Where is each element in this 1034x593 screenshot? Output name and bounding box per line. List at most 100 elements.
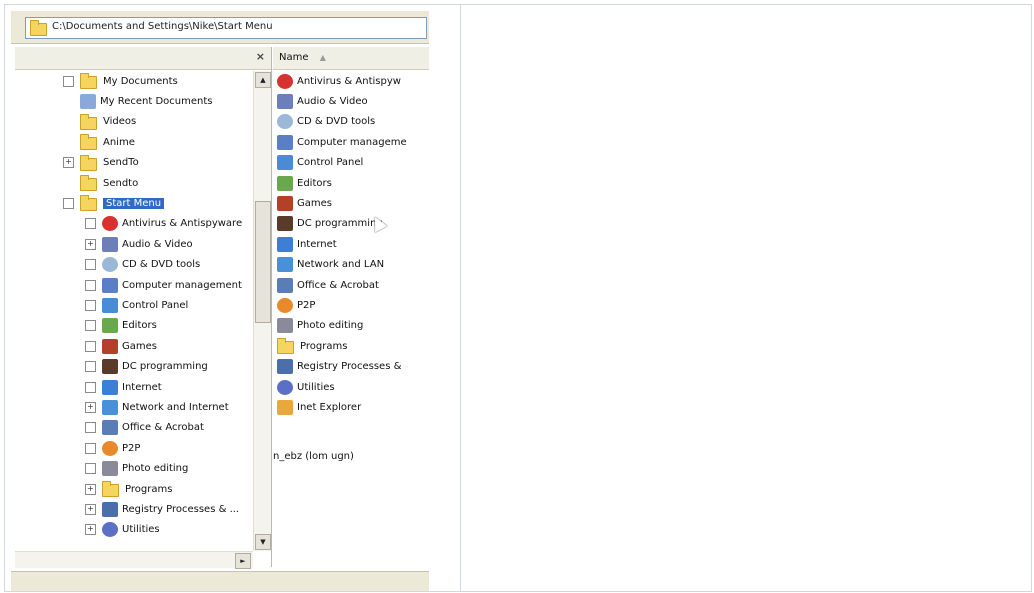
list-item-label: Inet Explorer [297, 401, 362, 413]
folder-pane-header: × [15, 47, 271, 70]
list-item[interactable]: P2P [277, 295, 315, 315]
list-item[interactable]: Antivirus & Antispyw [277, 71, 401, 91]
tree-item[interactable]: Control Panel [85, 295, 188, 315]
scroll-thumb[interactable] [255, 201, 271, 323]
games-icon [277, 195, 293, 211]
expand-toggle[interactable] [85, 381, 96, 393]
tree-item-label: Audio & Video [122, 238, 193, 250]
tree-item[interactable]: + Audio & Video [85, 234, 193, 254]
expand-toggle[interactable] [63, 75, 74, 87]
folder-icon [80, 113, 97, 130]
list-item-label: Photo editing [297, 320, 364, 332]
p2p-icon [277, 297, 293, 313]
close-pane-button[interactable]: × [256, 50, 265, 63]
expand-toggle[interactable] [85, 299, 96, 311]
computer-management-icon [102, 277, 118, 293]
tree-item-label: DC programming [122, 361, 208, 373]
tree-item-label: Games [122, 340, 157, 352]
tree-item[interactable]: Computer management [85, 275, 242, 295]
tree-vertical-scrollbar[interactable]: ▲ ▼ [253, 71, 271, 551]
address-path: C:\Documents and Settings\Nike\Start Men… [52, 21, 273, 32]
tree-item-label: Control Panel [122, 299, 189, 311]
tree-item[interactable]: + Programs [85, 479, 172, 499]
list-item[interactable]: Office & Acrobat [277, 275, 379, 295]
computer-management-icon [277, 134, 293, 150]
list-item-label: Utilities [297, 381, 335, 393]
internet-icon [102, 379, 118, 395]
tree-item-label: Antivirus & Antispyware [122, 218, 243, 230]
expand-toggle[interactable]: + [85, 524, 96, 536]
tree-item[interactable]: Editors [85, 316, 157, 336]
tree-horizontal-scrollbar[interactable]: ► [15, 551, 253, 569]
tree-item[interactable]: Anime [63, 132, 135, 152]
list-item[interactable]: Network and LAN [277, 255, 384, 275]
list-item-label: Games [297, 197, 332, 209]
expand-toggle[interactable]: + [85, 238, 96, 250]
tree-item[interactable]: CD & DVD tools [85, 255, 200, 275]
tree-item[interactable]: Antivirus & Antispyware [85, 214, 242, 234]
expand-toggle[interactable] [85, 340, 96, 352]
tree-item[interactable]: P2P [85, 438, 140, 458]
list-item[interactable]: Editors [277, 173, 332, 193]
expand-toggle[interactable] [85, 218, 96, 230]
expand-toggle[interactable] [85, 463, 96, 475]
registry-icon [277, 359, 293, 375]
expand-toggle[interactable] [85, 320, 96, 332]
expand-toggle[interactable] [85, 422, 96, 434]
list-item[interactable]: Audio & Video [277, 91, 368, 111]
tree-item-label: SendTo [103, 157, 139, 169]
photo-editing-icon [102, 461, 118, 477]
antivirus-icon [277, 73, 293, 89]
office-icon [277, 277, 293, 293]
list-item[interactable]: Games [277, 193, 332, 213]
expand-toggle[interactable] [85, 361, 96, 373]
tree-item[interactable]: Videos [63, 112, 136, 132]
tree-item[interactable]: My Recent Documents [63, 91, 212, 111]
list-item[interactable]: Photo editing [277, 316, 363, 336]
address-field[interactable]: C:\Documents and Settings\Nike\Start Men… [25, 17, 427, 39]
tree-item[interactable]: DC programming [85, 357, 208, 377]
name-column-header[interactable]: Name ▲ [273, 47, 429, 70]
tree-item[interactable]: + SendTo [63, 153, 139, 173]
tree-item[interactable]: Start Menu [63, 193, 165, 213]
tree-item[interactable]: + Registry Processes & ... [85, 499, 239, 519]
tree-item[interactable]: Games [85, 336, 157, 356]
expand-toggle[interactable] [85, 442, 96, 454]
tree-item[interactable]: Photo editing [85, 459, 188, 479]
list-item[interactable]: Computer manageme [277, 132, 407, 152]
list-item[interactable]: Internet [277, 234, 337, 254]
list-item[interactable]: Registry Processes & [277, 357, 401, 377]
tree-item[interactable]: + Network and Internet [85, 397, 229, 417]
list-item-label: CD & DVD tools [297, 116, 376, 128]
expand-toggle[interactable] [85, 259, 96, 271]
list-item[interactable]: Control Panel [277, 153, 363, 173]
tree-item[interactable]: Office & Acrobat [85, 418, 204, 438]
antivirus-icon [102, 216, 118, 232]
scroll-up-button[interactable]: ▲ [255, 72, 271, 88]
sort-ascending-icon: ▲ [319, 53, 326, 62]
frame-divider [460, 5, 461, 591]
list-item[interactable]: Inet Explorer [277, 397, 361, 417]
tree-item[interactable]: My Documents [63, 71, 178, 91]
tree-item-label: Registry Processes & ... [122, 503, 240, 515]
list-item[interactable]: Utilities [277, 377, 335, 397]
recent-documents-icon [80, 93, 96, 109]
expand-toggle[interactable]: + [85, 401, 96, 413]
list-item[interactable]: Programs [277, 336, 347, 356]
expand-toggle[interactable]: + [85, 503, 96, 515]
explorer-window: C:\Documents and Settings\Nike\Start Men… [11, 11, 429, 591]
list-item[interactable]: CD & DVD tools [277, 112, 375, 132]
expand-toggle[interactable]: + [63, 157, 74, 169]
editors-icon [277, 175, 293, 191]
expand-toggle[interactable] [63, 197, 74, 209]
tree-item-label: Sendto [103, 177, 139, 189]
tree-item[interactable]: + Utilities [85, 520, 160, 540]
scroll-down-button[interactable]: ▼ [255, 534, 271, 550]
expand-toggle[interactable] [85, 279, 96, 291]
office-icon [102, 420, 118, 436]
scroll-right-button[interactable]: ► [235, 553, 251, 569]
list-item[interactable]: DC programming [277, 214, 383, 234]
tree-item[interactable]: Sendto [63, 173, 138, 193]
tree-item[interactable]: Internet [85, 377, 162, 397]
expand-toggle[interactable]: + [85, 483, 96, 495]
